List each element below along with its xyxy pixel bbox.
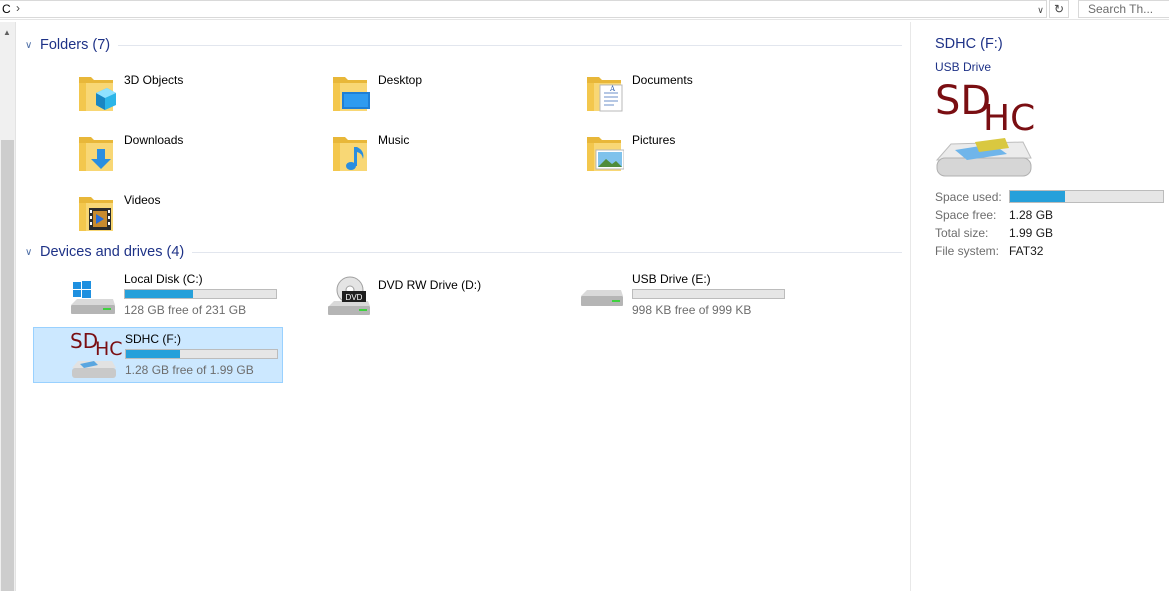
svg-text:A: A <box>609 85 616 93</box>
drive-label: SDHC (F:) <box>125 332 181 346</box>
drive-free-space: 1.28 GB free of 1.99 GB <box>125 363 254 377</box>
folder-label: Videos <box>124 193 161 207</box>
drive-label: DVD RW Drive (D:) <box>378 278 482 292</box>
sdhc-large-icon: SD HC <box>935 80 1035 177</box>
breadcrumb-chevron-icon[interactable]: › <box>16 1 20 15</box>
folder-label: 3D Objects <box>124 73 184 87</box>
drive-usage-bar <box>125 349 278 359</box>
space-free-label: Space free: <box>935 208 997 222</box>
space-used-bar <box>1009 190 1164 203</box>
drive-usage-bar <box>124 289 277 299</box>
folder-label: Music <box>378 133 410 147</box>
address-path[interactable]: C <box>2 2 11 16</box>
drive-usb-e[interactable]: USB Drive (E:) 998 KB free of 999 KB <box>541 268 791 324</box>
folder-3d-objects[interactable]: 3D Objects <box>76 71 326 127</box>
drive-label: Local Disk (C:) <box>124 272 203 286</box>
search-input[interactable]: Search Th... <box>1078 0 1169 18</box>
details-subtitle: USB Drive <box>935 60 992 74</box>
folder-downloads[interactable]: Downloads <box>76 131 326 187</box>
group-divider <box>118 45 902 46</box>
folder-label: Desktop <box>378 73 423 87</box>
desktop-folder-icon <box>333 77 370 111</box>
folder-label: Downloads <box>124 133 184 147</box>
collapse-chevron-icon[interactable]: ∨ <box>25 247 40 258</box>
collapse-chevron-icon[interactable]: ∨ <box>25 40 40 51</box>
drive-label: USB Drive (E:) <box>632 272 711 286</box>
dvd-badge: DVD <box>346 293 363 302</box>
scrollbar-thumb[interactable] <box>1 140 14 591</box>
drive-local-disk-c[interactable]: Local Disk (C:) 128 GB free of 231 GB <box>33 268 283 324</box>
folder-documents[interactable]: A Documents <box>584 71 834 127</box>
folder-desktop[interactable]: Desktop <box>330 71 580 127</box>
details-title: SDHC (F:) <box>935 36 1003 52</box>
folder-music[interactable]: Music <box>330 131 580 187</box>
folder-videos[interactable]: Videos <box>76 191 326 247</box>
usb-drive-icon <box>581 290 623 306</box>
space-used-fill <box>1010 191 1066 202</box>
pictures-folder-icon <box>587 137 624 171</box>
sdhc-logo-hc: HC <box>95 338 123 360</box>
address-field[interactable]: C › ∨ <box>0 0 1047 18</box>
space-used-label: Space used: <box>935 190 1002 204</box>
local-disk-icon <box>71 281 115 314</box>
refresh-icon[interactable]: ↻ <box>1049 0 1069 18</box>
3d-objects-folder-icon <box>79 77 116 111</box>
space-free-value: 1.28 GB <box>1009 208 1054 222</box>
music-folder-icon <box>333 137 367 171</box>
file-system-label: File system: <box>935 244 1000 258</box>
drive-usage-fill <box>125 290 193 298</box>
folder-label: Documents <box>632 73 693 87</box>
address-bar: C › ∨ ↻ Search Th... <box>0 0 1169 20</box>
downloads-folder-icon <box>79 137 113 171</box>
drive-sdhc-f[interactable]: SD HC SDHC (F:) 1.28 GB free of 1.99 GB <box>33 327 283 383</box>
drives-group-title: Devices and drives (4) <box>40 244 185 260</box>
search-placeholder: Search Th... <box>1088 2 1154 16</box>
drive-dvd-d[interactable]: DVD DVD RW Drive (D:) <box>287 268 537 324</box>
drive-usage-bar <box>632 289 785 299</box>
documents-folder-icon: A <box>587 77 623 112</box>
folders-group-title: Folders (7) <box>40 37 111 53</box>
dvd-drive-icon: DVD <box>328 276 370 315</box>
total-size-value: 1.99 GB <box>1009 226 1054 240</box>
drive-free-space: 128 GB free of 231 GB <box>124 303 247 317</box>
folder-pictures[interactable]: Pictures <box>584 131 834 187</box>
folders-group-header[interactable]: ∨ Folders (7) <box>25 36 110 54</box>
sdhc-logo-hc: HC <box>983 98 1035 139</box>
vertical-scrollbar[interactable]: ▲ <box>0 22 16 591</box>
sdhc-drive-icon: SD HC <box>70 329 123 378</box>
chevron-down-icon[interactable]: ∨ <box>1034 1 1047 19</box>
group-divider <box>192 252 902 253</box>
videos-folder-icon <box>79 197 113 231</box>
drive-usage-fill <box>126 350 181 358</box>
total-size-label: Total size: <box>935 226 989 240</box>
scroll-up-arrow-icon[interactable]: ▲ <box>3 28 11 37</box>
details-pane: SDHC (F:) USB Drive SD HC Space used: Sp… <box>910 22 1169 591</box>
sdhc-logo-sd: SD <box>70 329 98 353</box>
folder-label: Pictures <box>632 133 676 147</box>
drives-group-header[interactable]: ∨ Devices and drives (4) <box>25 243 184 261</box>
file-system-value: FAT32 <box>1009 244 1044 258</box>
drive-free-space: 998 KB free of 999 KB <box>632 303 752 317</box>
